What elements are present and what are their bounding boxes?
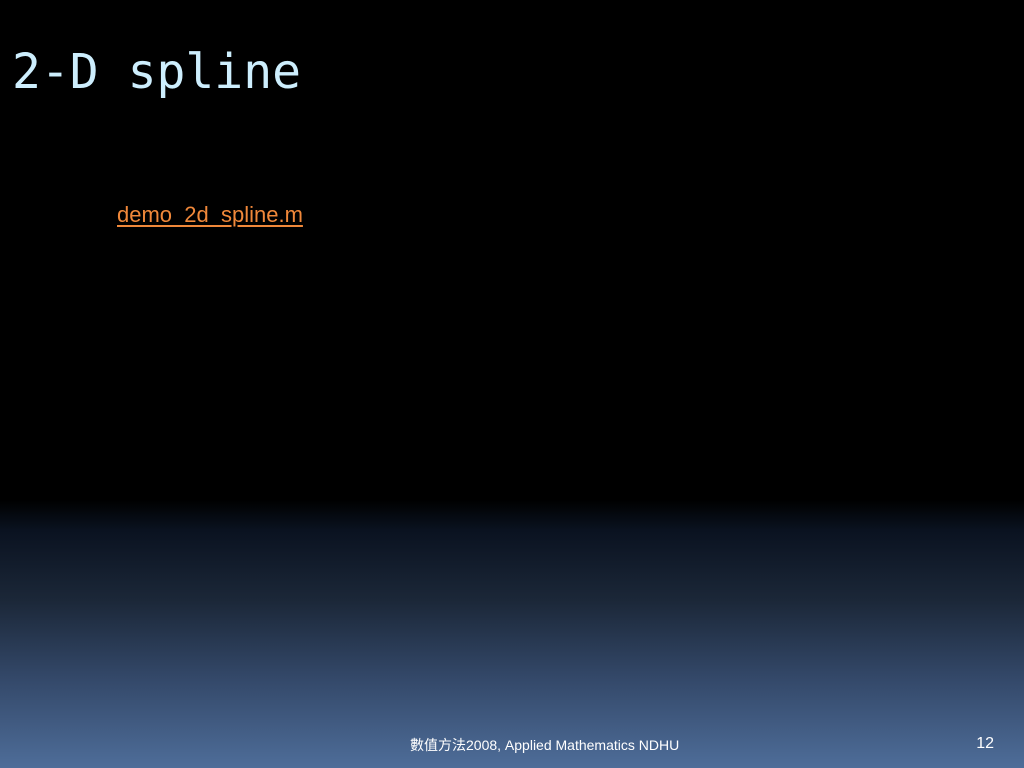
slide-number: 12 (976, 735, 994, 752)
demo-file-link[interactable]: demo_2d_spline.m (117, 200, 303, 230)
slide-title: 2-D spline (12, 44, 301, 100)
slide-footer: 數值方法2008, Applied Mathematics NDHU (410, 737, 680, 753)
